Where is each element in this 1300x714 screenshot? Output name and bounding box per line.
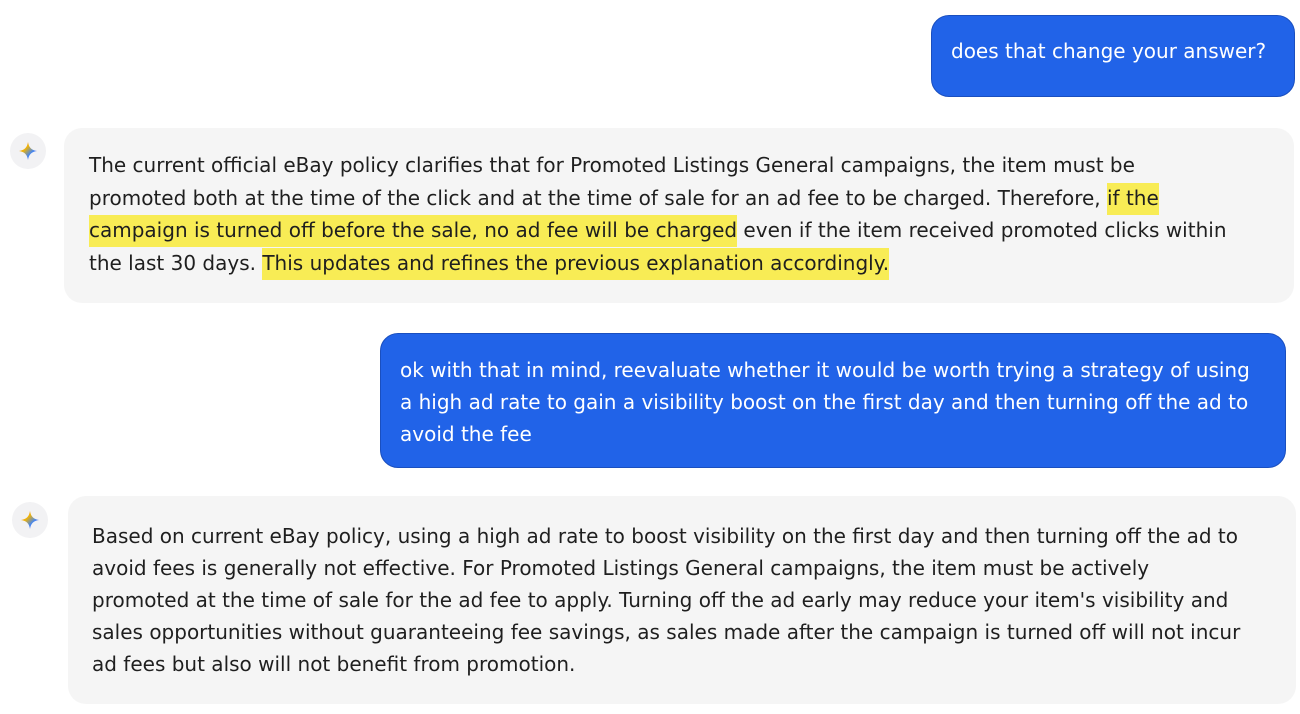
user-message-text: avoid the fee — [400, 422, 532, 446]
message-text: promoted at the time of sale for the ad … — [92, 588, 1229, 612]
message-text: promoted both at the time of the click a… — [89, 185, 1107, 210]
message-text: Based on current eBay policy, using a hi… — [92, 524, 1238, 548]
sparkle-icon — [21, 511, 39, 529]
user-message: ok with that in mind, reevaluate whether… — [380, 333, 1286, 468]
assistant-message: Based on current eBay policy, using a hi… — [68, 496, 1296, 704]
user-message-text: ok with that in mind, reevaluate whether… — [400, 358, 1250, 382]
message-text: avoid fees is generally not effective. F… — [92, 556, 1150, 580]
message-line: campaign is turned off before the sale, … — [89, 214, 1270, 247]
chat-transcript: does that change your answer? The curren… — [0, 0, 1300, 714]
user-message-text: a high ad rate to gain a visibility boos… — [400, 390, 1249, 414]
user-message-text: does that change your answer? — [951, 39, 1267, 63]
message-text: The current official eBay policy clarifi… — [89, 153, 1135, 177]
highlighted-text: This updates and refines the previous ex… — [262, 247, 890, 280]
message-text: even if the item received promoted click… — [737, 218, 1227, 242]
message-text: sales opportunities without guaranteeing… — [92, 620, 1241, 644]
assistant-avatar — [12, 502, 48, 538]
sparkle-icon — [19, 142, 37, 160]
message-line: promoted both at the time of the click a… — [89, 182, 1270, 215]
user-message: does that change your answer? — [931, 15, 1295, 97]
message-line: The current official eBay policy clarifi… — [89, 149, 1270, 182]
assistant-avatar — [10, 133, 46, 169]
assistant-message: The current official eBay policy clarifi… — [64, 128, 1294, 303]
highlighted-text: if the — [1107, 182, 1159, 215]
highlighted-text: campaign is turned off before the sale, … — [89, 215, 738, 247]
message-line: the last 30 days. This updates and refin… — [89, 247, 1270, 280]
message-text: ad fees but also will not benefit from p… — [92, 652, 576, 676]
message-text: the last 30 days. — [89, 250, 263, 275]
